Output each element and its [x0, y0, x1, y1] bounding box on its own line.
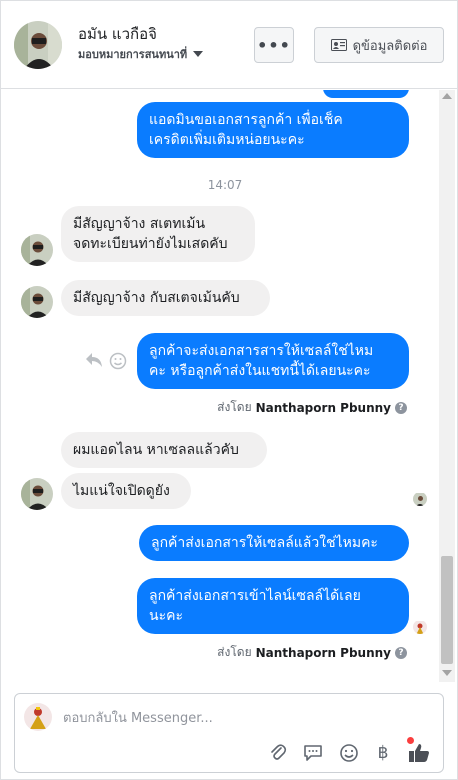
assign-conversation-dropdown[interactable]: มอบหมายการสนทนาที่ [78, 45, 204, 63]
view-contact-info-label: ดูข้อมูลติดต่อ [352, 38, 428, 54]
baht-icon[interactable]: ฿ [372, 742, 394, 764]
message-bubble-incoming: ไมแน่ใจเปิดดูยัง [61, 473, 191, 509]
message-bubble-outgoing [323, 90, 409, 98]
message-bubble-incoming: ผมแอดไลน หาเซลลแล้วคับ [61, 432, 267, 468]
message-timestamp: 14:07 [207, 178, 243, 192]
scroll-up-arrow-icon[interactable] [442, 93, 452, 99]
contact-avatar[interactable] [14, 21, 62, 69]
message-bubble-outgoing: ลูกค้าจะส่งเอกสารสารให้เซลล์ใช่ไหม คะ หร… [137, 333, 409, 389]
scrollbar-thumb[interactable] [441, 556, 453, 664]
emoji-icon[interactable] [338, 742, 360, 764]
scroll-down-arrow-icon[interactable] [442, 670, 452, 676]
contact-avatar-small [21, 234, 53, 266]
thumbs-up-icon[interactable] [408, 742, 430, 764]
help-icon[interactable]: ? [395, 646, 407, 659]
sent-by-label: ส่งโดย Nanthaporn Pbunny ? [217, 398, 407, 417]
reply-icon[interactable] [85, 352, 103, 372]
more-options-button[interactable]: ••• [254, 27, 294, 63]
paperclip-icon[interactable] [267, 742, 289, 764]
messenger-inbox-panel: อมัน แวกือจิ มอบหมายการสนทนาที่ ••• ดูข้… [0, 0, 458, 780]
reply-message-input[interactable] [63, 708, 423, 728]
message-bubble-outgoing: แอดมินขอเอกสารลูกค้า เพื่อเช็ค เครดิตเพิ… [137, 102, 409, 158]
contact-name: อมัน แวกือจิ [78, 25, 157, 43]
smiley-icon[interactable] [109, 352, 127, 374]
help-icon[interactable]: ? [395, 401, 407, 414]
message-composer: ฿ [14, 693, 444, 773]
caret-down-icon [193, 51, 204, 57]
seen-indicator-avatar [413, 492, 427, 506]
chat-bubble-icon[interactable] [302, 742, 324, 764]
assign-conversation-label: มอบหมายการสนทนาที่ [78, 48, 188, 61]
message-thread[interactable]: แอดมินขอเอกสารลูกค้า เพื่อเช็ค เครดิตเพิ… [1, 90, 457, 682]
contact-card-icon [330, 39, 347, 51]
message-bubble-outgoing: ลูกค้าส่งเอกสารให้เซลล์แล้วใช่ไหมคะ [139, 525, 409, 561]
page-avatar [24, 703, 52, 731]
scrollbar[interactable] [439, 90, 455, 682]
view-contact-info-button[interactable]: ดูข้อมูลติดต่อ [314, 27, 444, 63]
contact-avatar-small [21, 286, 53, 318]
message-bubble-incoming: มีสัญญาจ้าง กับสเตจเม้นคับ [61, 280, 270, 316]
message-bubble-outgoing: ลูกค้าส่งเอกสารเข้าไลน์เซลล์ได้เลย นะคะ [137, 578, 409, 634]
message-bubble-incoming: มีสัญญาจ้าง สเตทเม้น จดทะเบียนท่ายังไมเส… [61, 206, 255, 262]
conversation-header: อมัน แวกือจิ มอบหมายการสนทนาที่ ••• ดูข้… [1, 1, 457, 89]
contact-avatar-small [21, 478, 53, 510]
seen-indicator-avatar [413, 620, 427, 634]
sent-by-label: ส่งโดย Nanthaporn Pbunny ? [217, 643, 407, 662]
more-options-label: ••• [257, 35, 291, 55]
